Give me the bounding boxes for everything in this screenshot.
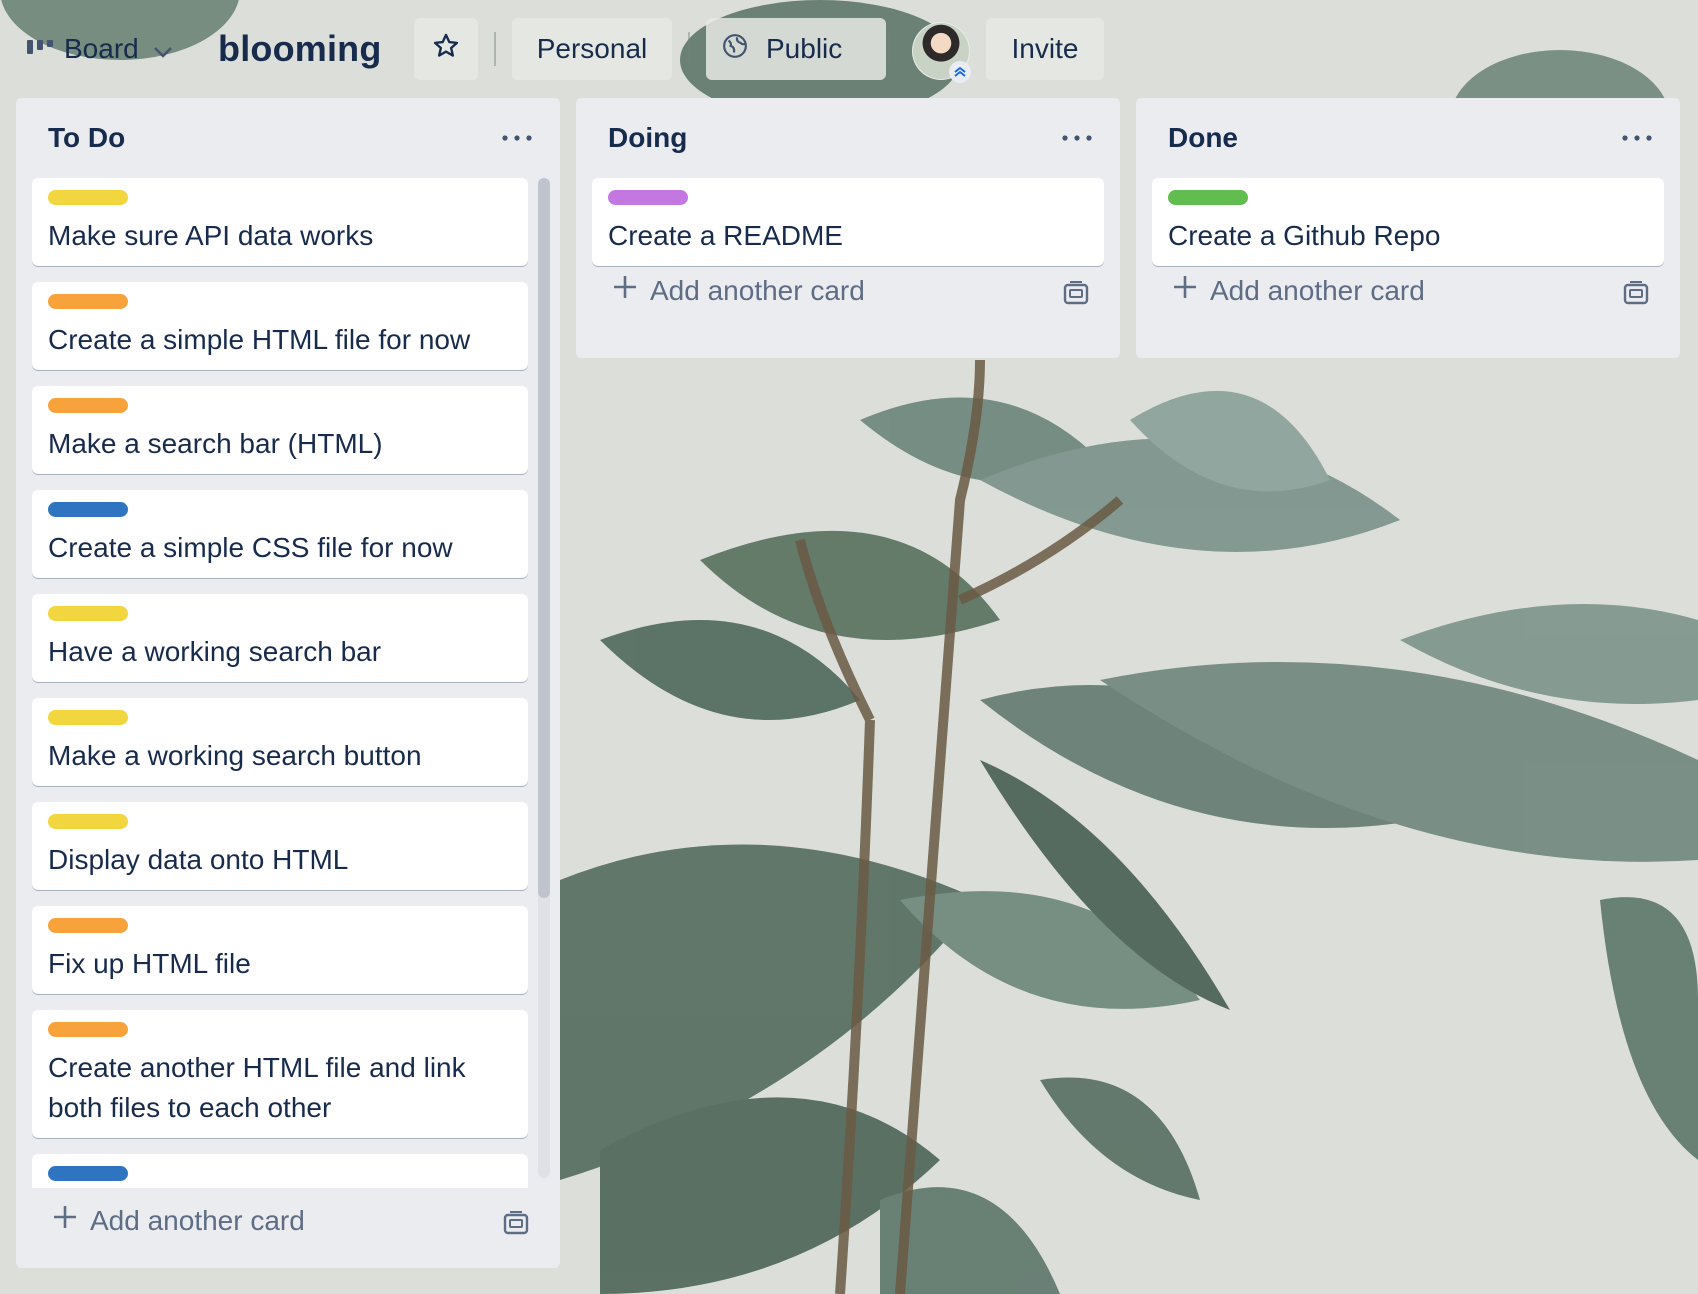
ellipsis-icon[interactable]: [1620, 128, 1654, 148]
card[interactable]: Create a Github Repo: [1152, 178, 1664, 266]
card-template-icon[interactable]: [502, 1210, 530, 1238]
workspace-button[interactable]: Personal: [512, 18, 672, 80]
card-label: [48, 918, 128, 933]
ellipsis-icon[interactable]: [500, 128, 534, 148]
card-label: [48, 294, 128, 309]
star-board-button[interactable]: [414, 18, 478, 80]
card[interactable]: Create a simple HTML file for now: [32, 282, 528, 370]
ellipsis-icon[interactable]: [1060, 128, 1094, 148]
invite-button[interactable]: Invite: [986, 18, 1104, 80]
add-card-label: Add another card: [1210, 274, 1425, 306]
scrollbar-thumb[interactable]: [538, 178, 550, 898]
card[interactable]: Fix up HTML file: [32, 906, 528, 994]
card-label: [48, 190, 128, 205]
card-title: Have a working search bar: [48, 636, 382, 667]
admin-badge-icon: [949, 61, 971, 83]
header-divider: [688, 32, 690, 66]
board-header: Board blooming Personal Public Invite: [0, 0, 1698, 100]
card-title: Create a simple HTML file for now: [48, 324, 471, 355]
card-label: [608, 190, 688, 205]
card[interactable]: Make sure API data works: [32, 178, 528, 266]
card[interactable]: Create a simple CSS file for now: [32, 490, 528, 578]
list-doing: Doing Create a README Add another card: [576, 98, 1120, 358]
visibility-label: Public: [766, 33, 843, 64]
card-label: [48, 502, 128, 517]
card[interactable]: Create another HTML file and link both f…: [32, 1010, 528, 1138]
card[interactable]: Make a working search button: [32, 698, 528, 786]
card-label: [48, 1166, 128, 1181]
star-icon: [432, 32, 460, 67]
board-columns-icon: [26, 33, 54, 65]
card-title: Make sure API data works: [48, 220, 374, 251]
card-label: [48, 814, 128, 829]
list-title[interactable]: Done: [1168, 122, 1238, 154]
card-title: Make a working search button: [48, 740, 422, 771]
list-title[interactable]: Doing: [608, 122, 687, 154]
add-card-label: Add another card: [90, 1204, 305, 1236]
add-card-button[interactable]: Add another card: [1172, 274, 1425, 307]
card[interactable]: Display data onto HTML: [32, 802, 528, 890]
list-done: Done Create a Github Repo Add another ca…: [1136, 98, 1680, 358]
add-card-button[interactable]: Add another card: [52, 1204, 305, 1237]
add-card-label: Add another card: [650, 274, 865, 306]
header-divider: [888, 32, 890, 66]
card[interactable]: [32, 1154, 528, 1188]
card-title: Create a Github Repo: [1168, 220, 1441, 251]
card-label: [48, 1022, 128, 1037]
plus-icon: [52, 1204, 80, 1237]
view-switcher-button[interactable]: Board: [24, 18, 182, 80]
card[interactable]: Have a working search bar: [32, 594, 528, 682]
globe-icon: [722, 33, 748, 66]
list-title[interactable]: To Do: [48, 122, 125, 154]
plus-icon: [1172, 274, 1200, 307]
card-title: Display data onto HTML: [48, 844, 349, 875]
header-divider: [494, 32, 496, 66]
chevron-down-icon: [153, 33, 175, 65]
card[interactable]: Make a search bar (HTML): [32, 386, 528, 474]
member-avatar[interactable]: [912, 22, 971, 83]
card-title: Fix up HTML file: [48, 948, 251, 979]
card-title: Create another HTML file and link both f…: [48, 1052, 466, 1123]
card-title: Create a README: [608, 220, 843, 251]
card-template-icon[interactable]: [1622, 280, 1650, 308]
card-label: [48, 710, 128, 725]
card-label: [48, 398, 128, 413]
list-scrollbar[interactable]: [538, 178, 550, 1178]
card[interactable]: Create a README: [592, 178, 1104, 266]
view-label: Board: [64, 33, 139, 64]
card-template-icon[interactable]: [1062, 280, 1090, 308]
list-to-do: To Do Make sure API data works Create a …: [16, 98, 560, 1268]
add-card-button[interactable]: Add another card: [612, 274, 865, 307]
board-title[interactable]: blooming: [218, 18, 382, 80]
card-title: Create a simple CSS file for now: [48, 532, 453, 563]
card-list: Make sure API data works Create a simple…: [32, 178, 528, 1188]
card-label: [1168, 190, 1248, 205]
plus-icon: [612, 274, 640, 307]
card-title: Make a search bar (HTML): [48, 428, 383, 459]
visibility-button[interactable]: Public: [706, 18, 886, 80]
card-label: [48, 606, 128, 621]
